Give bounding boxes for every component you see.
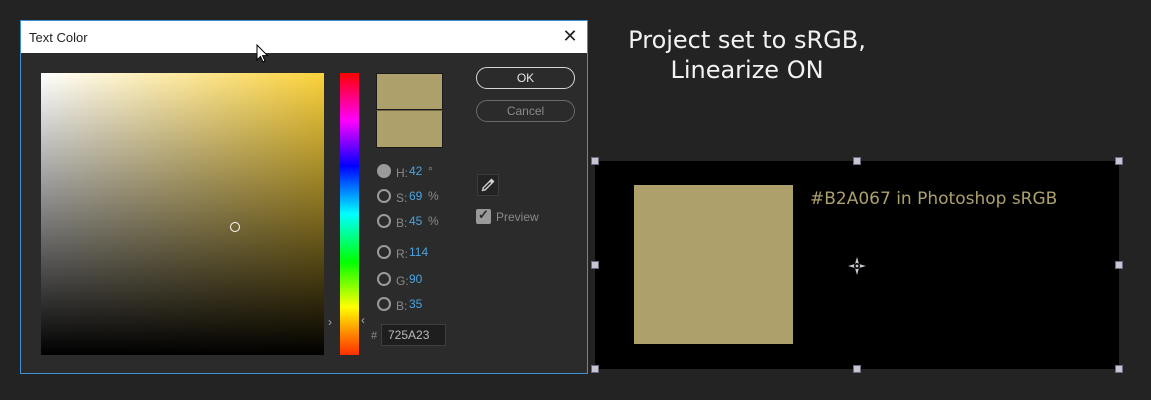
- hex-input[interactable]: [381, 324, 446, 346]
- anchor-point-icon[interactable]: [847, 256, 867, 276]
- brightness-unit: %: [428, 214, 439, 228]
- hue-slider[interactable]: [340, 73, 359, 355]
- original-color-swatch[interactable]: [376, 110, 443, 148]
- hue-radio[interactable]: [377, 164, 391, 178]
- red-label: R:: [396, 247, 408, 261]
- selection-handle-middle-left[interactable]: [591, 261, 599, 269]
- color-picker-marker[interactable]: [230, 222, 240, 232]
- selection-handle-bottom-left[interactable]: [591, 365, 599, 373]
- saturation-label: S:: [396, 191, 408, 205]
- annotation-line-2: Linearize ON: [670, 56, 824, 84]
- red-value[interactable]: 114: [409, 245, 428, 259]
- selection-handle-bottom-right[interactable]: [1115, 365, 1123, 373]
- hue-value[interactable]: 42: [409, 164, 422, 178]
- selection-handle-top-right[interactable]: [1115, 157, 1123, 165]
- green-value[interactable]: 90: [409, 272, 422, 286]
- hue-slider-right-arrow-icon[interactable]: ‹: [361, 313, 365, 327]
- close-button[interactable]: ✕: [559, 25, 581, 47]
- check-icon: ✓: [478, 207, 489, 222]
- hex-hash-label: #: [371, 330, 378, 342]
- blue-value[interactable]: 35: [409, 297, 422, 311]
- selection-handle-bottom-center[interactable]: [853, 365, 861, 373]
- blue-radio[interactable]: [377, 297, 391, 311]
- eyedropper-button[interactable]: [477, 174, 499, 196]
- eyedropper-icon: [481, 178, 495, 192]
- mouse-cursor-icon: [256, 44, 269, 63]
- green-label: G:: [396, 274, 409, 288]
- hue-label: H:: [396, 166, 408, 180]
- dialog-titlebar[interactable]: Text Color ✕: [21, 21, 587, 53]
- ok-button[interactable]: OK: [476, 67, 575, 89]
- brightness-value[interactable]: 45: [409, 214, 422, 228]
- hue-unit: °: [428, 164, 433, 178]
- hue-slider-left-arrow-icon[interactable]: ›: [328, 315, 332, 329]
- red-radio[interactable]: [377, 245, 391, 259]
- preview-check-box[interactable]: ✓: [476, 207, 491, 224]
- text-color-dialog: Text Color ✕ › ‹ H: 42 ° S: 69 % B: 45 %…: [20, 20, 588, 374]
- green-radio[interactable]: [377, 272, 391, 286]
- new-color-swatch: [376, 73, 443, 110]
- annotation-line-1: Project set to sRGB,: [628, 26, 866, 54]
- color-block[interactable]: [634, 185, 793, 344]
- cancel-button[interactable]: Cancel: [476, 100, 575, 122]
- selection-handle-top-left[interactable]: [591, 157, 599, 165]
- blue-label: B:: [396, 299, 408, 313]
- program-monitor-canvas[interactable]: #B2A067 in Photoshop sRGB: [595, 161, 1119, 369]
- selection-handle-middle-right[interactable]: [1115, 261, 1123, 269]
- preview-label: Preview: [496, 210, 539, 224]
- annotation-text: Project set to sRGB, Linearize ON: [612, 25, 882, 85]
- brightness-radio[interactable]: [377, 214, 391, 228]
- saturation-unit: %: [428, 189, 439, 203]
- selection-handle-top-center[interactable]: [853, 157, 861, 165]
- saturation-brightness-field[interactable]: [41, 73, 324, 355]
- saturation-radio[interactable]: [377, 189, 391, 203]
- saturation-value[interactable]: 69: [409, 189, 422, 203]
- brightness-label: B:: [396, 216, 408, 230]
- dialog-title: Text Color: [29, 30, 88, 45]
- color-caption[interactable]: #B2A067 in Photoshop sRGB: [810, 189, 1057, 209]
